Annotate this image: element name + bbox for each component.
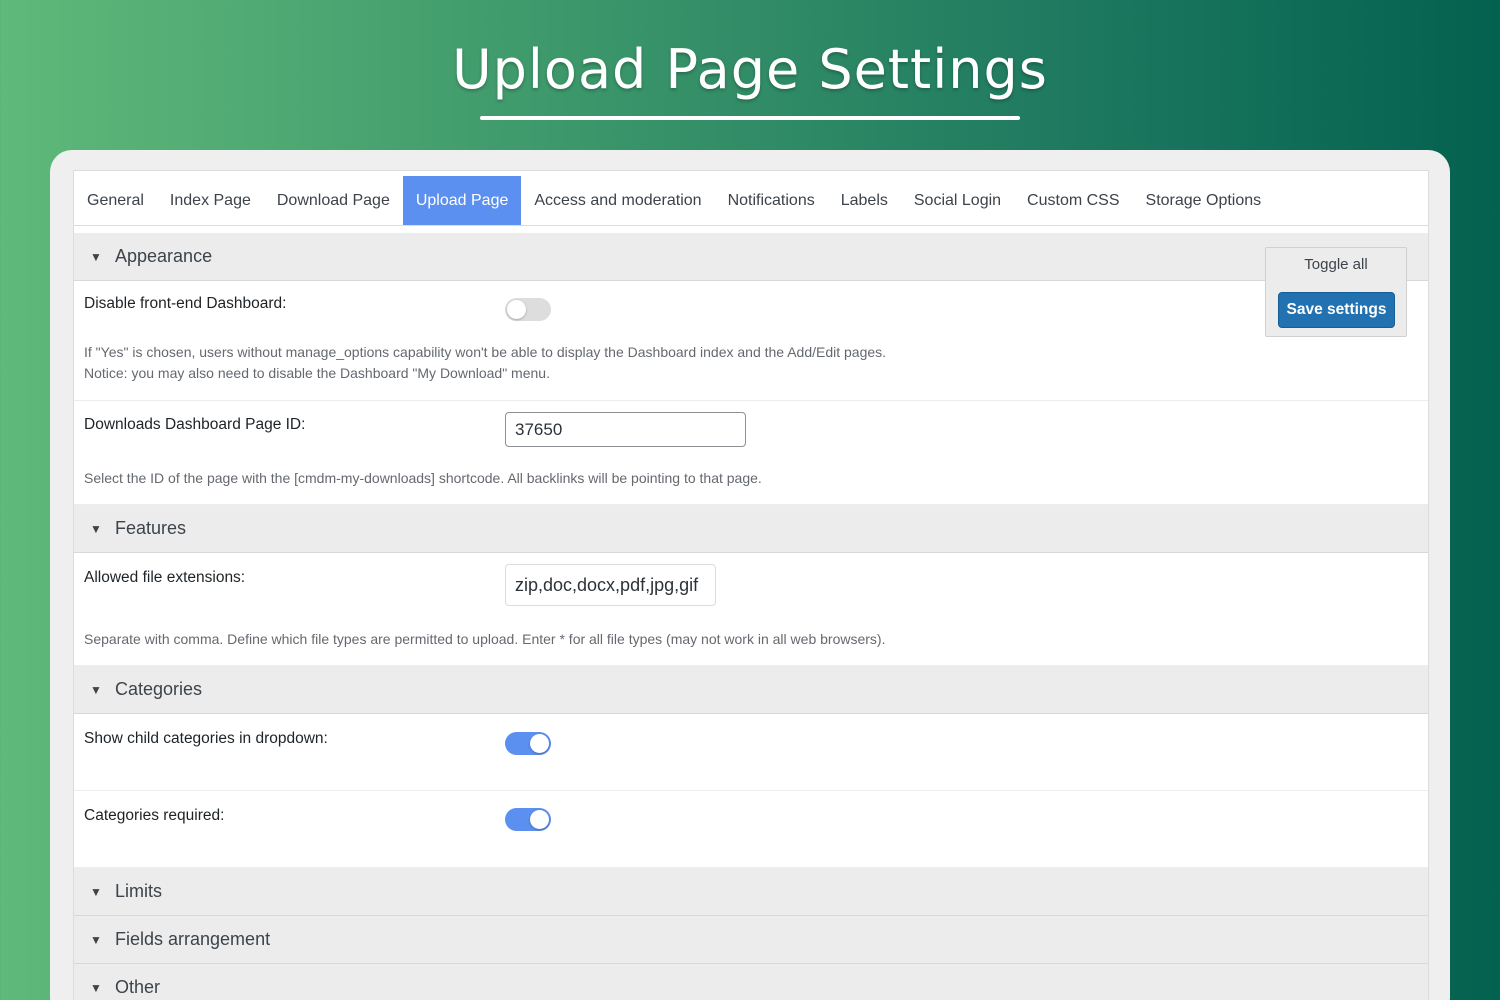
toggle-knob — [530, 810, 549, 829]
toggle-all-link[interactable]: Toggle all — [1266, 256, 1406, 273]
tab-access-and-moderation[interactable]: Access and moderation — [521, 176, 714, 225]
section-appearance-header[interactable]: ▼ Appearance — [74, 233, 1428, 281]
section-fields-arrangement-header[interactable]: ▼ Fields arrangement — [74, 916, 1428, 964]
setting-description: If "Yes" is chosen, users without manage… — [84, 342, 886, 384]
tab-upload-page[interactable]: Upload Page — [402, 176, 522, 225]
tab-download-page[interactable]: Download Page — [264, 176, 403, 225]
section-title: Appearance — [115, 246, 213, 266]
setting-description: Select the ID of the page with the [cmdm… — [84, 470, 762, 486]
section-limits-header[interactable]: ▼ Limits — [74, 868, 1428, 916]
tab-notifications[interactable]: Notifications — [715, 176, 828, 225]
page-title: Upload Page Settings — [452, 38, 1048, 101]
section-other-header[interactable]: ▼ Other — [74, 964, 1428, 1000]
tab-social-login[interactable]: Social Login — [901, 176, 1014, 225]
categories-required-toggle[interactable] — [505, 808, 551, 831]
dashboard-page-id-input[interactable] — [505, 412, 746, 447]
setting-label: Categories required: — [84, 807, 225, 824]
setting-row-dashboard-page-id: Downloads Dashboard Page ID: Select the … — [74, 401, 1428, 505]
setting-label: Downloads Dashboard Page ID: — [84, 416, 306, 433]
section-title: Limits — [115, 881, 163, 901]
section-features-header[interactable]: ▼ Features — [74, 505, 1428, 553]
section-title: Categories — [115, 679, 203, 699]
section-title: Other — [115, 977, 161, 997]
setting-row-categories-required: Categories required: — [74, 791, 1428, 868]
section-title: Features — [115, 518, 187, 538]
tab-custom-css[interactable]: Custom CSS — [1014, 176, 1132, 225]
setting-label: Disable front-end Dashboard: — [84, 295, 287, 312]
section-categories-header[interactable]: ▼ Categories — [74, 666, 1428, 714]
tab-storage-options[interactable]: Storage Options — [1133, 176, 1275, 225]
collapse-arrow-icon: ▼ — [90, 980, 102, 995]
tab-labels[interactable]: Labels — [828, 176, 901, 225]
description-line: If "Yes" is chosen, users without manage… — [84, 344, 887, 360]
setting-row-show-child-categories: Show child categories in dropdown: — [74, 714, 1428, 791]
collapse-arrow-icon: ▼ — [90, 884, 102, 899]
floating-actions-box: Toggle all Save settings — [1265, 247, 1407, 337]
collapse-arrow-icon: ▼ — [90, 521, 102, 536]
settings-panel: General Index Page Download Page Upload … — [73, 170, 1429, 1000]
tab-general[interactable]: General — [74, 176, 157, 225]
collapse-arrow-icon: ▼ — [90, 682, 102, 697]
tab-index-page[interactable]: Index Page — [157, 176, 264, 225]
save-settings-button[interactable]: Save settings — [1278, 292, 1395, 328]
disable-dashboard-toggle[interactable] — [505, 298, 551, 321]
toggle-knob — [507, 300, 526, 319]
collapse-arrow-icon: ▼ — [90, 249, 102, 264]
description-line: Notice: you may also need to disable the… — [84, 365, 550, 381]
toggle-knob — [530, 734, 549, 753]
collapse-arrow-icon: ▼ — [90, 932, 102, 947]
setting-row-disable-dashboard: Disable front-end Dashboard: If "Yes" is… — [74, 281, 1428, 401]
show-child-categories-toggle[interactable] — [505, 732, 551, 755]
section-title: Fields arrangement — [115, 929, 271, 949]
title-underline — [480, 116, 1020, 120]
settings-tabs: General Index Page Download Page Upload … — [74, 176, 1428, 226]
setting-label: Show child categories in dropdown: — [84, 730, 328, 747]
allowed-extensions-input[interactable] — [505, 564, 716, 606]
setting-label: Allowed file extensions: — [84, 569, 246, 586]
setting-row-allowed-extensions: Allowed file extensions: Separate with c… — [74, 553, 1428, 666]
setting-description: Separate with comma. Define which file t… — [84, 631, 886, 647]
